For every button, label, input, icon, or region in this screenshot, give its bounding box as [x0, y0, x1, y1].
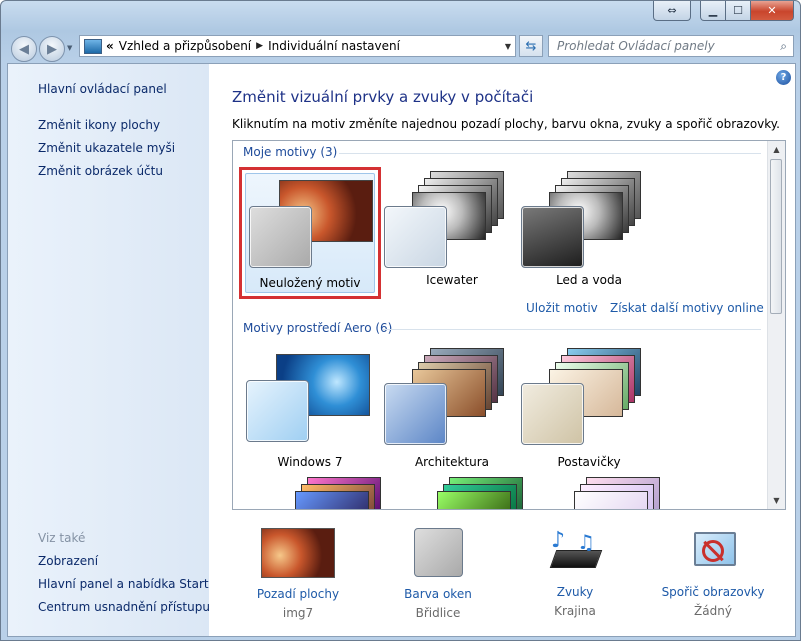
- sidebar-link-taskbar[interactable]: Hlavní panel a nabídka Start: [38, 577, 209, 591]
- title-bar: ⇔ ▁ ☐ ✕: [1, 1, 800, 31]
- sounds-icon: ♪ ♫: [547, 528, 603, 576]
- page-title: Změnit vizuální prvky a zvuky v počítači: [232, 88, 534, 106]
- color-swatch: [413, 528, 463, 577]
- restore-layout-icon[interactable]: ⇔: [653, 1, 691, 21]
- control-panel-window: ⇔ ▁ ☐ ✕ ◀ ▶ ▼ « Vzhled a přizpůsobení ▶ …: [0, 0, 801, 641]
- get-more-themes-link[interactable]: Získat další motivy online: [610, 301, 764, 315]
- page-description: Kliknutím na motiv změníte najednou poza…: [232, 117, 780, 131]
- refresh-button[interactable]: ⇆: [519, 35, 543, 57]
- wallpaper-thumbnail: [261, 528, 335, 578]
- theme-characters[interactable]: Postavičky: [518, 344, 660, 476]
- sounds-setting[interactable]: ♪ ♫ Zvuky Krajina: [515, 528, 635, 618]
- sidebar: Hlavní ovládací panel Změnit ikony ploch…: [8, 64, 210, 636]
- sidebar-link-account-picture[interactable]: Změnit obrázek účtu: [38, 164, 163, 178]
- theme-color-swatch: [246, 380, 309, 442]
- address-dropdown-icon[interactable]: ▼: [505, 42, 511, 51]
- section-divider: [339, 153, 761, 154]
- search-icon[interactable]: ⌕: [780, 39, 787, 54]
- theme-color-swatch: [384, 206, 447, 268]
- minimize-button[interactable]: ▁: [700, 1, 726, 21]
- breadcrumb-personalization[interactable]: Individuální nastavení: [268, 39, 400, 53]
- theme-list-scrollbar[interactable]: ▲ ▼: [767, 141, 785, 509]
- theme-unsaved[interactable]: Neuložený motiv: [239, 167, 381, 299]
- setting-title: Zvuky: [556, 585, 594, 599]
- theme-color-swatch: [384, 383, 447, 445]
- setting-value: Žádný: [694, 604, 732, 618]
- theme-name: Postavičky: [557, 455, 621, 469]
- theme-color-swatch: [521, 383, 584, 445]
- setting-title: Spořič obrazovky: [661, 585, 765, 599]
- theme-name: Icewater: [426, 273, 478, 287]
- help-icon[interactable]: ?: [776, 70, 791, 85]
- theme-name: Windows 7: [277, 455, 343, 469]
- forward-button[interactable]: ▶: [39, 36, 65, 62]
- sidebar-link-mouse-pointers[interactable]: Změnit ukazatele myši: [38, 141, 175, 155]
- theme-color-swatch: [249, 206, 312, 268]
- aero-themes-heading: Motivy prostředí Aero (6): [243, 321, 393, 335]
- theme-list: Moje motivy (3) Neuložený motiv Icewater: [232, 140, 786, 510]
- desktop-background-setting[interactable]: Pozadí plochy img7: [238, 528, 358, 620]
- theme-windows7[interactable]: Windows 7: [239, 344, 381, 476]
- address-bar[interactable]: « Vzhled a přizpůsobení ▶ Individuální n…: [79, 35, 516, 57]
- sidebar-link-desktop-icons[interactable]: Změnit ikony plochy: [38, 118, 160, 132]
- theme-name: Neuložený motiv: [259, 276, 361, 290]
- scroll-up-icon[interactable]: ▲: [768, 141, 785, 158]
- control-panel-icon: [84, 38, 102, 54]
- caption-buttons: ⇔ ▁ ☐ ✕: [653, 1, 794, 21]
- breadcrumb-appearance[interactable]: Vzhled a přizpůsobení: [119, 39, 251, 53]
- setting-value: img7: [282, 606, 314, 620]
- close-button[interactable]: ✕: [751, 1, 794, 21]
- recent-pages-chevron-icon[interactable]: ▼: [67, 44, 72, 52]
- breadcrumb-separator-icon[interactable]: ▶: [256, 41, 263, 51]
- my-themes-heading: Moje motivy (3): [243, 145, 338, 159]
- section-divider: [383, 329, 761, 330]
- search-input[interactable]: Prohledat Ovládací panely ⌕: [548, 35, 794, 57]
- content-area: Hlavní ovládací panel Změnit ikony ploch…: [7, 63, 796, 637]
- maximize-button[interactable]: ☐: [726, 1, 751, 21]
- save-theme-link[interactable]: Uložit motiv: [526, 301, 598, 315]
- theme-color-swatch: [521, 206, 584, 268]
- theme-name: Led a voda: [556, 273, 622, 287]
- theme-icewater[interactable]: Icewater: [381, 167, 523, 299]
- screensaver-icon: [688, 528, 738, 576]
- see-also-heading: Viz také: [38, 531, 86, 545]
- theme-name: Architektura: [414, 455, 490, 469]
- scrollbar-thumb[interactable]: [770, 159, 782, 314]
- theme-ice-and-water[interactable]: Led a voda: [518, 167, 660, 299]
- setting-title: Barva oken: [404, 587, 472, 601]
- scroll-down-icon[interactable]: ▼: [768, 492, 785, 509]
- sidebar-home-link[interactable]: Hlavní ovládací panel: [38, 82, 167, 96]
- search-placeholder: Prohledat Ovládací panely: [557, 39, 715, 53]
- setting-value: Břidlice: [415, 606, 461, 620]
- sidebar-link-ease-of-access[interactable]: Centrum usnadnění přístupu: [38, 600, 210, 614]
- address-overflow-chevron[interactable]: «: [106, 39, 114, 53]
- window-color-setting[interactable]: Barva oken Břidlice: [378, 528, 498, 620]
- setting-title: Pozadí plochy: [256, 587, 340, 601]
- screensaver-setting[interactable]: Spořič obrazovky Žádný: [653, 528, 773, 618]
- back-button[interactable]: ◀: [11, 36, 37, 62]
- sidebar-link-display[interactable]: Zobrazení: [38, 554, 98, 568]
- theme-architecture[interactable]: Architektura: [381, 344, 523, 476]
- setting-value: Krajina: [554, 604, 596, 618]
- navigation-bar: ◀ ▶ ▼ « Vzhled a přizpůsobení ▶ Individu…: [1, 32, 800, 62]
